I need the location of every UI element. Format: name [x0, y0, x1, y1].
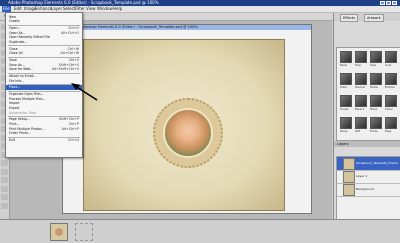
pointer-arrow-icon: [71, 83, 98, 101]
style-label: Frame: [370, 130, 378, 133]
style-label: Emboss: [385, 86, 395, 89]
style-swatch[interactable]: [340, 73, 352, 85]
menu-help[interactable]: Help: [113, 6, 122, 12]
style-label: Edge: [385, 130, 392, 133]
menu-item-shortcut: Ctrl+Q: [68, 137, 79, 142]
document-window: Adobe Photoshop Elements 6.0 (Editor) - …: [62, 24, 312, 214]
layer-thumbnail: [343, 158, 355, 170]
menu-item-shortcut: Alt+Shift+Ctrl+S: [51, 67, 79, 72]
style-swatch[interactable]: [385, 73, 397, 85]
tool-icon[interactable]: [1, 177, 8, 183]
project-thumbnail[interactable]: [50, 223, 68, 241]
thumbnail-photo: [55, 228, 63, 236]
child-photo: [163, 108, 213, 158]
style-label: Soft: [355, 130, 360, 133]
panel-tabs: Effects Artwork: [334, 13, 400, 22]
style-swatch[interactable]: [370, 95, 382, 107]
file-menu-item[interactable]: Save for Web... Alt+Shift+Ctrl+S: [6, 67, 82, 72]
tool-icon[interactable]: [1, 202, 8, 209]
document-title-bar: Adobe Photoshop Elements 6.0 (Editor) - …: [63, 25, 311, 30]
scrapbook-canvas[interactable]: [83, 39, 285, 211]
layers-header: Layers: [334, 141, 400, 147]
layer-name: Layer 1: [356, 174, 368, 178]
close-button[interactable]: [392, 1, 397, 5]
file-menu-item[interactable]: Duplicate...: [6, 40, 82, 45]
layer-thumbnail: [343, 171, 355, 183]
layers-list: Scrapbook_Template_Frame Layer 1 Backgroun…: [336, 156, 400, 220]
tool-icon[interactable]: [1, 160, 8, 166]
panel-bin: Effects Artwork Bevel Drop Glow Inner Outer S…: [333, 13, 400, 220]
window-controls: [380, 1, 398, 5]
style-swatch[interactable]: [355, 95, 367, 107]
layer-thumbnail: [343, 184, 355, 196]
menu-item-label: Place...: [9, 85, 21, 90]
layer-row[interactable]: Layer 1: [337, 170, 400, 184]
style-label: Chisel: [385, 108, 393, 111]
style-label: Inner: [385, 64, 392, 67]
tool-icon[interactable]: [1, 194, 8, 200]
style-label: Simple: [340, 108, 349, 111]
menu-view[interactable]: View: [86, 6, 96, 12]
empty-thumbnail-slot: [75, 223, 93, 241]
menu-item-label: Create: [9, 19, 20, 24]
style-label: Outer: [340, 86, 348, 89]
tab-effects[interactable]: Effects: [340, 14, 358, 22]
maximize-button[interactable]: [386, 1, 391, 5]
menu-item-label: Save for Web...: [9, 67, 34, 72]
style-label: Glow: [370, 64, 377, 67]
document-title: Adobe Photoshop Elements 6.0 (Editor) - …: [66, 25, 198, 29]
menu-item-label: Close All: [9, 51, 23, 56]
layer-row[interactable]: Background: [337, 183, 400, 197]
style-swatch[interactable]: [370, 51, 382, 63]
style-swatch[interactable]: [370, 117, 382, 129]
style-label: Pillow: [370, 108, 378, 111]
layer-row[interactable]: Scrapbook_Template_Frame: [337, 157, 400, 171]
menu-item-label: Exit: [9, 137, 16, 142]
tab-artwork[interactable]: Artwork: [364, 14, 384, 22]
style-label: Drop: [355, 64, 362, 67]
menu-item-label: File Info...: [9, 78, 25, 83]
style-swatch[interactable]: [355, 73, 367, 85]
layer-name: Background: [356, 187, 374, 191]
file-menu-item[interactable]: Order Prints...: [6, 131, 82, 136]
menu-item-label: Automation Tools: [9, 110, 37, 115]
layer-name: Scrapbook_Template_Frame: [356, 161, 398, 165]
file-menu-item[interactable]: Create: [6, 19, 82, 24]
style-label: Bevel 2: [355, 108, 365, 111]
style-label: Sharp: [340, 130, 348, 133]
style-label: Bevel: [340, 64, 347, 67]
style-swatch[interactable]: [355, 51, 367, 63]
menu-item-label: Order Prints...: [9, 131, 32, 136]
style-swatch[interactable]: [340, 117, 352, 129]
project-bin: [0, 219, 400, 243]
style-swatch[interactable]: [385, 51, 397, 63]
file-menu-item[interactable]: Exit Ctrl+Q: [6, 138, 82, 143]
style-swatch[interactable]: [385, 117, 397, 129]
tool-icon[interactable]: [1, 185, 8, 192]
style-swatch[interactable]: [340, 95, 352, 107]
styles-grid: Bevel Drop Glow Inner Outer Shadow Stroke Embos…: [336, 47, 400, 141]
menu-item-shortcut: Alt+Ctrl+W: [60, 51, 79, 56]
file-menu-item[interactable]: Close All Alt+Ctrl+W: [6, 51, 82, 56]
style-swatch[interactable]: [370, 73, 382, 85]
minimize-button[interactable]: [380, 1, 385, 5]
menu-item-label: Duplicate...: [9, 39, 28, 44]
style-swatch[interactable]: [385, 95, 397, 107]
menu-window[interactable]: Window: [97, 6, 113, 12]
style-swatch[interactable]: [355, 117, 367, 129]
tool-icon[interactable]: [1, 168, 8, 175]
style-label: Stroke: [370, 86, 378, 89]
style-swatch[interactable]: [340, 51, 352, 63]
style-label: Shadow: [355, 86, 365, 89]
layers-title: Layers: [337, 142, 349, 146]
file-menu-item[interactable]: Automation Tools: [6, 111, 82, 116]
